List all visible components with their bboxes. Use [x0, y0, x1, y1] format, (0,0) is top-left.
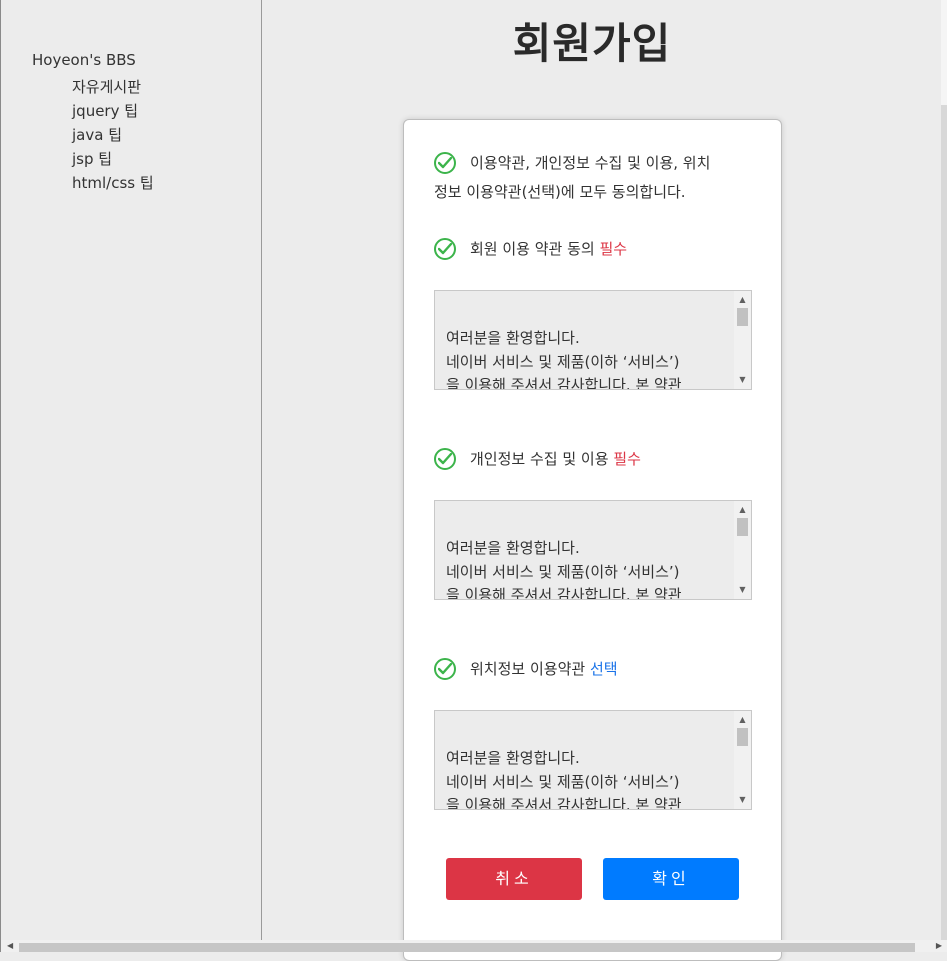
privacy-scrollbar[interactable]: ▲ ▼ [734, 501, 751, 599]
scroll-down-icon[interactable]: ▼ [734, 793, 751, 807]
page-title: 회원가입 [512, 19, 672, 68]
optional-badge: 선택 [589, 660, 618, 678]
terms-agree-checkbox[interactable] [434, 238, 456, 260]
agree-all-line1: 이용약관, 개인정보 수집 및 이용, 위치 [470, 154, 711, 172]
agree-all-checkbox[interactable] [434, 152, 456, 174]
scroll-down-icon[interactable]: ▼ [734, 373, 751, 387]
agree-all-line2: 정보 이용약관(선택)에 모두 동의합니다. [434, 183, 686, 201]
main-content: 회원가입 이용약관, 개인정보 수집 및 이용, 위치 정보 이용약관(선택)에… [262, 0, 942, 961]
nav-item-free-board[interactable]: 자유게시판 [72, 75, 154, 99]
nav-item-jquery-tips[interactable]: jquery 팁 [72, 99, 154, 123]
check-circle-icon [438, 243, 452, 255]
scroll-left-icon[interactable]: ◀ [7, 941, 13, 950]
check-circle-icon [438, 157, 452, 169]
page-vertical-scrollbar[interactable] [941, 0, 947, 940]
required-badge: 필수 [613, 450, 641, 468]
location-textarea[interactable]: 여러분을 환영합니다. 네이버 서비스 및 제품(이하 ‘서비스’) 을 이용해… [434, 710, 752, 810]
location-agree-checkbox[interactable] [434, 658, 456, 680]
location-text: 여러분을 환영합니다. 네이버 서비스 및 제품(이하 ‘서비스’) 을 이용해… [446, 749, 682, 810]
privacy-agree-label: 개인정보 수집 및 이용 필수 [470, 445, 641, 473]
privacy-agree-checkbox[interactable] [434, 448, 456, 470]
site-title[interactable]: Hoyeon's BBS [32, 51, 136, 69]
terms-textarea[interactable]: 여러분을 환영합니다. 네이버 서비스 및 제품(이하 ‘서비스’) 을 이용해… [434, 290, 752, 390]
cancel-button[interactable]: 취소 [446, 858, 582, 900]
location-agree-text: 위치정보 이용약관 [470, 660, 590, 678]
required-badge: 필수 [599, 240, 628, 258]
window-frame: Hoyeon's BBS 자유게시판 jquery 팁 java 팁 jsp 팁… [0, 0, 947, 961]
nav-item-html-css-tips[interactable]: html/css 팁 [72, 171, 154, 195]
nav-item-java-tips[interactable]: java 팁 [72, 123, 154, 147]
scroll-up-icon[interactable]: ▲ [734, 713, 751, 727]
page-horizontal-scrollbar[interactable]: ◀ ▶ [1, 940, 947, 952]
location-agree-label: 위치정보 이용약관 선택 [470, 655, 618, 683]
scroll-thumb[interactable] [737, 728, 748, 746]
check-circle-icon [438, 453, 452, 465]
nav-item-jsp-tips[interactable]: jsp 팁 [72, 147, 154, 171]
privacy-textarea[interactable]: 여러분을 환영합니다. 네이버 서비스 및 제품(이하 ‘서비스’) 을 이용해… [434, 500, 752, 600]
scroll-up-icon[interactable]: ▲ [734, 293, 751, 307]
check-circle-icon [438, 663, 452, 675]
sidebar: Hoyeon's BBS 자유게시판 jquery 팁 java 팁 jsp 팁… [2, 0, 262, 940]
confirm-button[interactable]: 확인 [603, 858, 739, 900]
hscroll-thumb[interactable] [19, 943, 915, 952]
scroll-right-icon[interactable]: ▶ [936, 941, 942, 950]
signup-card: 이용약관, 개인정보 수집 및 이용, 위치 정보 이용약관(선택)에 모두 동… [403, 119, 782, 961]
terms-agree-text: 회원 이용 약관 동의 [470, 240, 600, 258]
terms-text: 여러분을 환영합니다. 네이버 서비스 및 제품(이하 ‘서비스’) 을 이용해… [446, 329, 682, 390]
terms-agree-label: 회원 이용 약관 동의 필수 [470, 235, 627, 263]
location-scrollbar[interactable]: ▲ ▼ [734, 711, 751, 809]
page-scroll-thumb[interactable] [941, 0, 947, 105]
privacy-text: 여러분을 환영합니다. 네이버 서비스 및 제품(이하 ‘서비스’) 을 이용해… [446, 539, 682, 600]
scroll-down-icon[interactable]: ▼ [734, 583, 751, 597]
scroll-thumb[interactable] [737, 518, 748, 536]
privacy-agree-text: 개인정보 수집 및 이용 [470, 450, 614, 468]
scroll-thumb[interactable] [737, 308, 748, 326]
nav-list: 자유게시판 jquery 팁 java 팁 jsp 팁 html/css 팁 [72, 75, 154, 195]
scroll-up-icon[interactable]: ▲ [734, 503, 751, 517]
terms-scrollbar[interactable]: ▲ ▼ [734, 291, 751, 389]
